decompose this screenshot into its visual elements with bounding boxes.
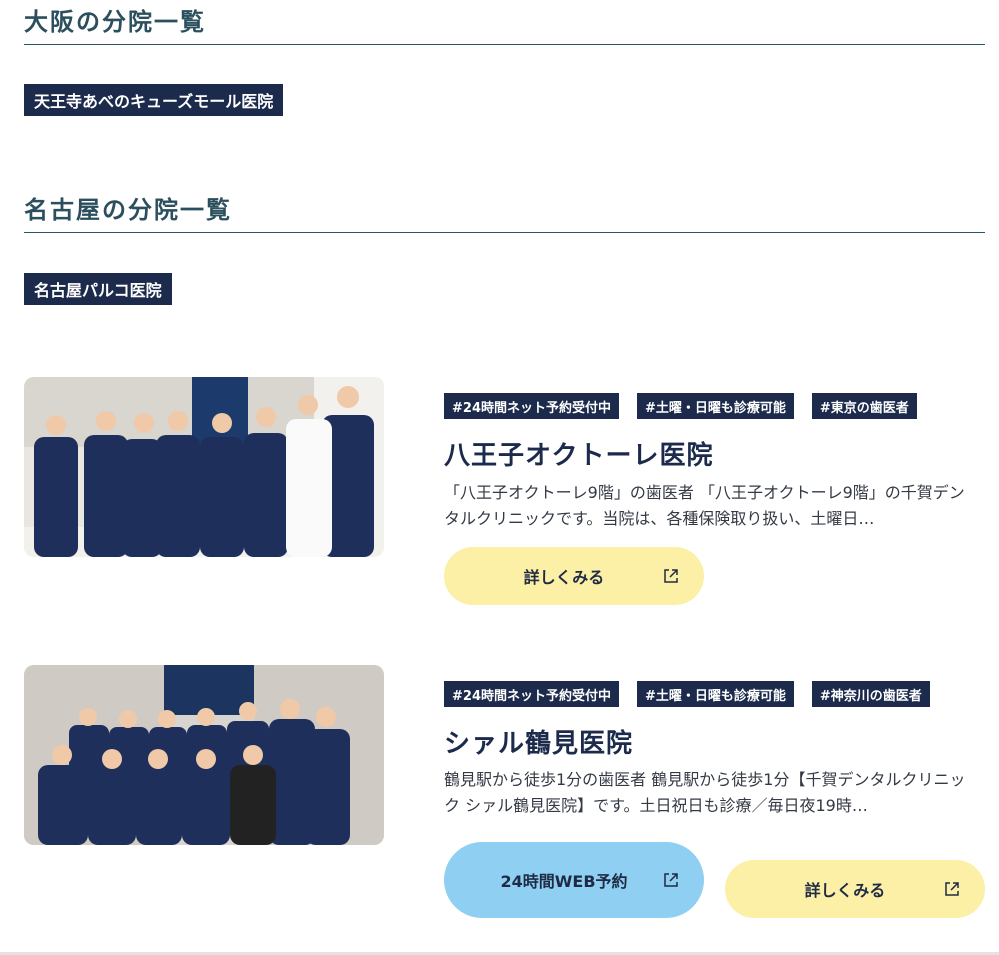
clinic-photo-tsurumi[interactable] — [24, 665, 384, 845]
details-button-hachioji[interactable]: 詳しくみる — [444, 547, 704, 605]
tag-online-reservation[interactable]: #24時間ネット予約受付中 — [444, 681, 619, 707]
branch-link-nagoya-parco[interactable]: 名古屋パルコ医院 — [24, 273, 172, 305]
clinic-name-hachioji[interactable]: 八王子オクトーレ医院 — [444, 435, 713, 472]
staff-group-photo-icon — [24, 377, 384, 557]
details-button-tsurumi[interactable]: 詳しくみる — [725, 860, 985, 918]
nagoya-section-heading: 名古屋の分院一覧 — [24, 198, 985, 233]
external-link-icon — [664, 873, 678, 887]
tag-weekend-open[interactable]: #土曜・日曜も診療可能 — [636, 681, 794, 707]
web-reserve-button-tsurumi[interactable]: 24時間WEB予約 — [444, 842, 704, 918]
clinic-description-tsurumi: 鶴見駅から徒歩1分の歯医者 鶴見駅から徒歩1分【千賀デンタルクリニック シァル鶴… — [444, 770, 966, 815]
staff-group-photo-icon — [24, 665, 384, 845]
nagoya-heading-title: 名古屋の分院一覧 — [24, 196, 232, 224]
osaka-heading-title: 大阪の分院一覧 — [24, 8, 206, 36]
web-reserve-button-label: 24時間WEB予約 — [500, 872, 628, 891]
tag-online-reservation[interactable]: #24時間ネット予約受付中 — [444, 393, 619, 419]
tag-region[interactable]: #神奈川の歯医者 — [811, 681, 930, 707]
clinic-name-tsurumi[interactable]: シァル鶴見医院 — [444, 723, 633, 760]
osaka-section-heading: 大阪の分院一覧 — [24, 10, 985, 45]
clinic-description-hachioji: 「八王子オクトーレ9階」の歯医者 「八王子オクトーレ9階」の千賀デンタルクリニッ… — [444, 483, 965, 528]
clinic-tags-hachioji: #24時間ネット予約受付中 #土曜・日曜も診療可能 #東京の歯医者 — [444, 393, 917, 419]
tag-region[interactable]: #東京の歯医者 — [811, 393, 917, 419]
branch-link-tennoji[interactable]: 天王寺あべのキューズモール医院 — [24, 84, 284, 116]
clinic-photo-hachioji[interactable] — [24, 377, 384, 557]
clinic-tags-tsurumi: #24時間ネット予約受付中 #土曜・日曜も診療可能 #神奈川の歯医者 — [444, 681, 930, 707]
details-button-label: 詳しくみる — [523, 568, 605, 587]
external-link-icon — [945, 882, 959, 896]
external-link-icon — [664, 569, 678, 583]
tag-weekend-open[interactable]: #土曜・日曜も診療可能 — [636, 393, 794, 419]
details-button-label: 詳しくみる — [804, 881, 886, 900]
